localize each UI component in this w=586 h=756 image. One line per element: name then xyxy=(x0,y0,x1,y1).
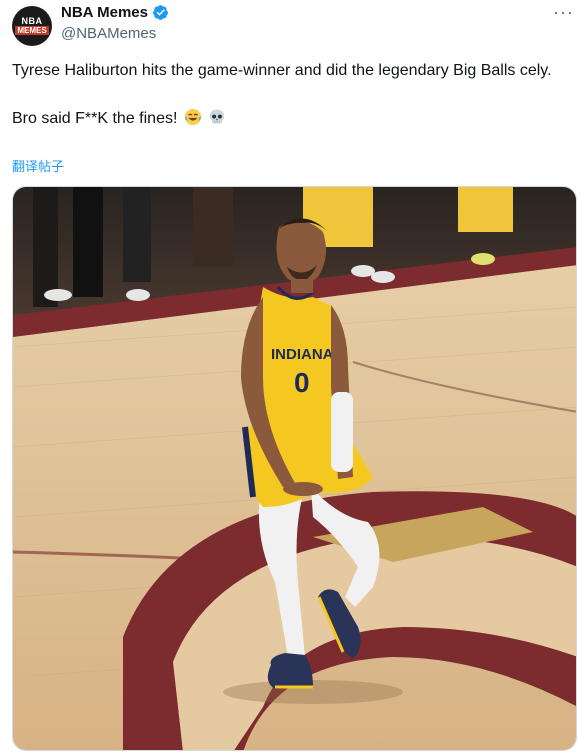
verified-badge-icon xyxy=(153,5,168,20)
handle[interactable]: @NBAMemes xyxy=(61,25,156,42)
tweet-header: NBA MEMES NBA Memes @NBAMemes ··· xyxy=(0,0,586,48)
player-celebration-image: INDIANA 0 xyxy=(13,187,576,750)
tweet-media-image[interactable]: INDIANA 0 xyxy=(12,186,577,751)
display-name[interactable]: NBA Memes xyxy=(61,4,148,21)
jersey-number: 0 xyxy=(294,367,310,398)
jersey-text: INDIANA xyxy=(271,346,334,363)
avatar-text-bottom: MEMES xyxy=(15,26,49,35)
translate-post-link[interactable]: 翻译帖子 xyxy=(12,156,64,175)
tweet-line-1: Tyrese Haliburton hits the game-winner a… xyxy=(12,62,552,79)
tweet-text: Tyrese Haliburton hits the game-winner a… xyxy=(12,59,574,131)
name-row: NBA Memes xyxy=(61,4,169,21)
more-options-icon[interactable]: ··· xyxy=(553,2,574,23)
skull-icon xyxy=(210,109,225,124)
tweet-line-2: Bro said F**K the fines! xyxy=(12,110,178,127)
tweet-line-2-wrap: Bro said F**K the fines! xyxy=(12,107,574,131)
avatar-text-top: NBA xyxy=(21,16,43,26)
face-with-tears-of-joy-icon xyxy=(184,108,201,126)
avatar[interactable]: NBA MEMES xyxy=(12,6,52,46)
